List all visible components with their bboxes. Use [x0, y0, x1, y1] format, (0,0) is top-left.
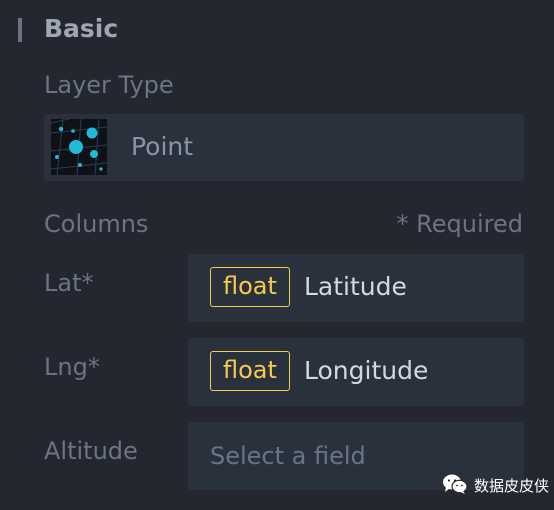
watermark: 数据皮皮侠	[442, 474, 549, 498]
float-type-tag: float	[210, 267, 290, 307]
watermark-text: 数据皮皮侠	[474, 477, 550, 495]
altitude-field-label: Altitude	[44, 437, 138, 465]
section-title: Basic	[44, 14, 119, 43]
wechat-icon	[442, 473, 468, 499]
lat-field-selector[interactable]: float Latitude	[188, 254, 524, 322]
layer-config-panel: Basic Layer Type Point Columns * Require…	[0, 0, 554, 510]
columns-label: Columns	[44, 210, 149, 238]
lat-field-label: Lat*	[44, 269, 94, 297]
altitude-field-placeholder: Select a field	[210, 442, 366, 470]
point-map-icon	[50, 118, 108, 176]
layer-type-value: Point	[131, 132, 194, 161]
lng-field-value: Longitude	[304, 356, 429, 385]
lng-field-selector[interactable]: float Longitude	[188, 338, 524, 406]
lat-field-value: Latitude	[304, 272, 407, 301]
layer-type-label: Layer Type	[44, 71, 174, 99]
float-type-tag: float	[210, 351, 290, 391]
section-indicator-bar	[18, 18, 22, 42]
required-note: * Required	[396, 210, 523, 238]
layer-type-selector[interactable]: Point	[44, 114, 524, 181]
lng-field-label: Lng*	[44, 353, 100, 381]
